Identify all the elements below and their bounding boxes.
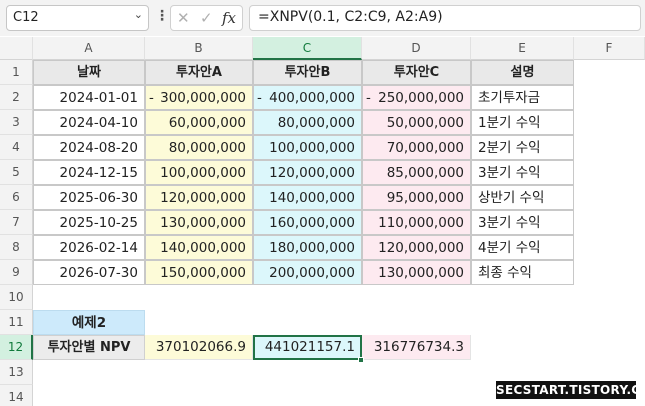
cell-d3[interactable]: 50,000,000 [362,110,471,135]
header-invest-b[interactable]: 투자안B [253,60,362,85]
row-header-4[interactable]: 4 [0,135,33,160]
cell-a7[interactable]: 2025-10-25 [33,210,145,235]
more-options-icon[interactable]: ⋮ [155,8,169,24]
example-label[interactable]: 예제2 [33,310,145,335]
column-header-d[interactable]: D [362,37,471,60]
negative-sign: - [257,90,262,106]
cell-b7[interactable]: 130,000,000 [145,210,253,235]
formula-buttons: ✕ ✓ fx [170,5,243,31]
cell-c4[interactable]: 100,000,000 [253,135,362,160]
cell-a6[interactable]: 2025-06-30 [33,185,145,210]
select-all-corner[interactable] [0,37,33,60]
row-header-9[interactable]: 9 [0,260,33,285]
cell-e3[interactable]: 1분기 수익 [471,110,574,135]
cell-e6[interactable]: 상반기 수익 [471,185,574,210]
header-description[interactable]: 설명 [471,60,574,85]
column-header-b[interactable]: B [145,37,253,60]
cell-c5[interactable]: 120,000,000 [253,160,362,185]
cell-e2[interactable]: 초기투자금 [471,85,574,110]
cell-b6[interactable]: 120,000,000 [145,185,253,210]
cell-b2[interactable]: -300,000,000 [145,85,253,110]
row-header-13[interactable]: 13 [0,360,33,385]
negative-sign: - [366,90,371,106]
header-date[interactable]: 날짜 [33,60,145,85]
cell-b3[interactable]: 60,000,000 [145,110,253,135]
cell-a3[interactable]: 2024-04-10 [33,110,145,135]
column-header-c[interactable]: C [253,37,362,60]
cell-c3[interactable]: 80,000,000 [253,110,362,135]
row-header-7[interactable]: 7 [0,210,33,235]
cell-e8[interactable]: 4분기 수익 [471,235,574,260]
cell-a4[interactable]: 2024-08-20 [33,135,145,160]
negative-sign: - [149,90,154,106]
cell-b8[interactable]: 140,000,000 [145,235,253,260]
row-header-10[interactable]: 10 [0,285,33,310]
cell-d6[interactable]: 95,000,000 [362,185,471,210]
cell-c6[interactable]: 140,000,000 [253,185,362,210]
row-header-14[interactable]: 14 [0,385,33,406]
watermark: SECSTART.TISTORY.COM [496,381,645,399]
name-box[interactable]: C12 ⌄ [6,5,149,31]
formula-bar: C12 ⌄ ⋮ ✕ ✓ fx =XNPV(0.1, C2:C9, A2:A9) [0,0,645,36]
cell-b2-value: 300,000,000 [160,90,246,106]
chevron-down-icon[interactable]: ⌄ [134,8,143,21]
row-header-3[interactable]: 3 [0,110,33,135]
cell-e5[interactable]: 3분기 수익 [471,160,574,185]
cell-d7[interactable]: 110,000,000 [362,210,471,235]
cancel-icon[interactable]: ✕ [177,9,190,27]
cell-c7[interactable]: 160,000,000 [253,210,362,235]
cell-b12[interactable]: 370102066.9 [145,335,253,360]
cell-a9[interactable]: 2026-07-30 [33,260,145,285]
row-header-11[interactable]: 11 [0,310,33,335]
column-header-e[interactable]: E [471,37,574,60]
insert-function-icon[interactable]: fx [222,9,236,27]
cell-d2-value: 250,000,000 [378,90,464,106]
cell-c8[interactable]: 180,000,000 [253,235,362,260]
row-header-12[interactable]: 12 [0,335,33,360]
name-box-value: C12 [13,10,39,25]
cell-c12-selected[interactable]: 441021157.1 [253,335,362,360]
cell-d8[interactable]: 120,000,000 [362,235,471,260]
enter-icon[interactable]: ✓ [200,9,213,27]
cell-e9[interactable]: 최종 수익 [471,260,574,285]
cell-a5[interactable]: 2024-12-15 [33,160,145,185]
cell-d2[interactable]: -250,000,000 [362,85,471,110]
cell-c2-value: 400,000,000 [269,90,355,106]
cell-d9[interactable]: 130,000,000 [362,260,471,285]
cell-e4[interactable]: 2분기 수익 [471,135,574,160]
cell-e7[interactable]: 3분기 수익 [471,210,574,235]
header-invest-c[interactable]: 투자안C [362,60,471,85]
row-header-5[interactable]: 5 [0,160,33,185]
cell-a2[interactable]: 2024-01-01 [33,85,145,110]
cell-d12[interactable]: 316776734.3 [362,335,471,360]
cell-b9[interactable]: 150,000,000 [145,260,253,285]
header-invest-a[interactable]: 투자안A [145,60,253,85]
cell-d4[interactable]: 70,000,000 [362,135,471,160]
row-header-1[interactable]: 1 [0,60,33,85]
npv-label[interactable]: 투자안별 NPV [33,335,145,360]
cell-a8[interactable]: 2026-02-14 [33,235,145,260]
formula-input[interactable]: =XNPV(0.1, C2:C9, A2:A9) [249,5,641,31]
row-header-2[interactable]: 2 [0,85,33,110]
row-header-8[interactable]: 8 [0,235,33,260]
column-header-f[interactable]: F [574,37,645,60]
cell-b5[interactable]: 100,000,000 [145,160,253,185]
cell-b4[interactable]: 80,000,000 [145,135,253,160]
row-header-6[interactable]: 6 [0,185,33,210]
cell-c2[interactable]: -400,000,000 [253,85,362,110]
cell-c9[interactable]: 200,000,000 [253,260,362,285]
cell-d5[interactable]: 85,000,000 [362,160,471,185]
fill-handle[interactable] [358,357,364,363]
column-header-a[interactable]: A [33,37,145,60]
